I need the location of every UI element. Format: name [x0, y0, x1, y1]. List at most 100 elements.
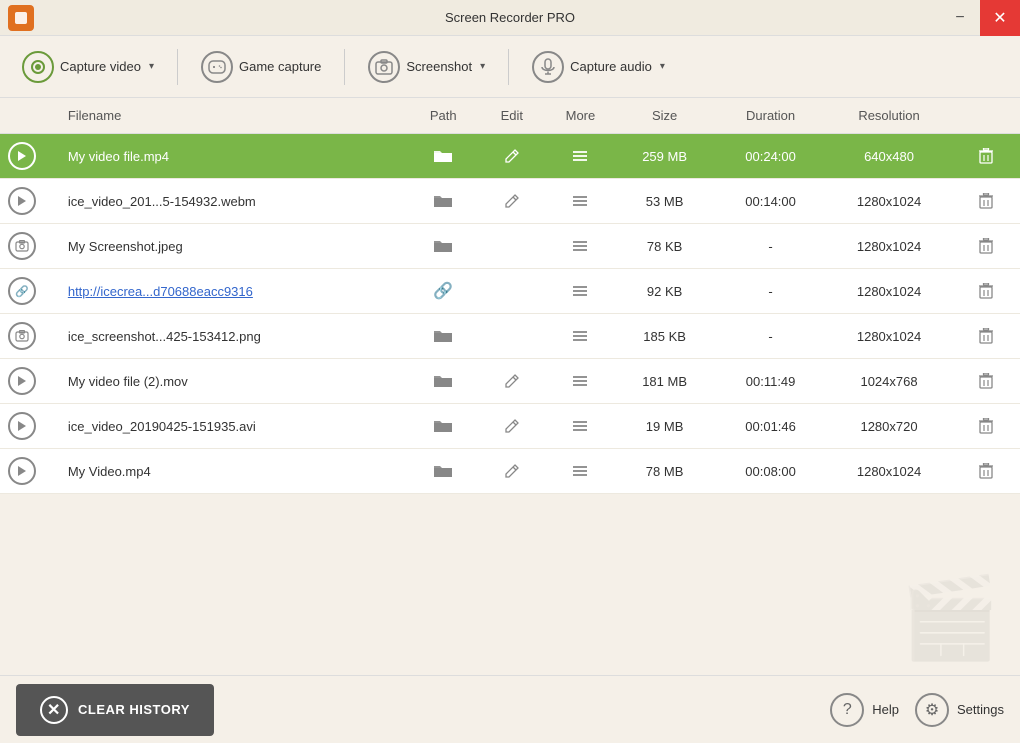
play-icon[interactable]: [8, 142, 36, 170]
titlebar: Screen Recorder PRO − ✕: [0, 0, 1020, 36]
table-row[interactable]: My video file (2).mov 181 MB 00:11:49 10…: [0, 359, 1020, 404]
row-resolution-cell: 640x480: [827, 134, 952, 179]
link-path-icon[interactable]: 🔗: [417, 281, 470, 301]
more-icon[interactable]: [554, 195, 607, 207]
folder-icon[interactable]: [417, 463, 470, 479]
row-size-cell: 78 MB: [615, 449, 715, 494]
row-play-cell: [0, 359, 60, 404]
row-more-cell: [546, 179, 615, 224]
folder-icon[interactable]: [417, 238, 470, 254]
more-icon[interactable]: [554, 375, 607, 387]
row-filename-cell: My video file.mp4: [60, 134, 409, 179]
settings-label: Settings: [957, 702, 1004, 717]
row-more-cell: [546, 269, 615, 314]
toolbar-divider-3: [508, 49, 509, 85]
recordings-table-container[interactable]: Filename Path Edit More Size Duration Re…: [0, 98, 1020, 675]
clear-history-button[interactable]: ✕ CLEAR HISTORY: [16, 684, 214, 736]
close-button[interactable]: ✕: [980, 0, 1020, 36]
edit-icon[interactable]: [486, 374, 539, 388]
filename-text: My video file (2).mov: [68, 374, 188, 389]
screenshot-button[interactable]: Screenshot ▾: [356, 45, 497, 89]
row-filename-cell: My Video.mp4: [60, 449, 409, 494]
filename-text: ice_video_20190425-151935.avi: [68, 419, 256, 434]
row-path-cell: [409, 134, 478, 179]
row-duration-cell: -: [714, 314, 826, 359]
delete-icon[interactable]: [959, 418, 1012, 434]
settings-button[interactable]: ⚙ Settings: [915, 693, 1004, 727]
capture-audio-chevron: ▾: [660, 61, 665, 72]
delete-icon[interactable]: [959, 238, 1012, 254]
row-filename-cell: My video file (2).mov: [60, 359, 409, 404]
row-more-cell: [546, 224, 615, 269]
filename-link[interactable]: http://icecrea...d70688eacc9316: [68, 284, 253, 299]
minimize-button[interactable]: −: [940, 0, 980, 36]
capture-video-button[interactable]: Capture video ▾: [10, 45, 166, 89]
row-delete-cell: [951, 449, 1020, 494]
row-resolution-cell: 1280x1024: [827, 224, 952, 269]
edit-icon[interactable]: [486, 464, 539, 478]
delete-icon[interactable]: [959, 148, 1012, 164]
more-icon[interactable]: [554, 330, 607, 342]
settings-icon: ⚙: [915, 693, 949, 727]
table-row[interactable]: My Video.mp4 78 MB 00:08:00 1280x1024: [0, 449, 1020, 494]
row-size-cell: 53 MB: [615, 179, 715, 224]
col-header-size: Size: [615, 98, 715, 134]
play-icon[interactable]: [8, 367, 36, 395]
capture-audio-button[interactable]: Capture audio ▾: [520, 45, 677, 89]
table-row[interactable]: My video file.mp4 259 MB 00:24:00 640x48…: [0, 134, 1020, 179]
play-icon[interactable]: [8, 412, 36, 440]
row-play-cell: [0, 449, 60, 494]
folder-icon[interactable]: [417, 148, 470, 164]
table-row[interactable]: My Screenshot.jpeg 78 KB - 1280x1024: [0, 224, 1020, 269]
col-header-filename: Filename: [60, 98, 409, 134]
game-capture-button[interactable]: Game capture: [189, 45, 333, 89]
edit-icon[interactable]: [486, 419, 539, 433]
delete-icon[interactable]: [959, 463, 1012, 479]
toolbar: Capture video ▾ Game capture Screenshot …: [0, 36, 1020, 98]
screenshot-icon: [368, 51, 400, 83]
row-duration-cell: 00:11:49: [714, 359, 826, 404]
row-filename-cell: ice_video_201...5-154932.webm: [60, 179, 409, 224]
folder-icon[interactable]: [417, 418, 470, 434]
col-header-edit: Edit: [478, 98, 547, 134]
edit-icon[interactable]: [486, 149, 539, 163]
table-row[interactable]: 🔗 http://icecrea...d70688eacc9316 🔗 92 K…: [0, 269, 1020, 314]
row-resolution-cell: 1280x1024: [827, 269, 952, 314]
window-controls: − ✕: [940, 0, 1020, 36]
col-header-path: Path: [409, 98, 478, 134]
row-play-cell: [0, 134, 60, 179]
folder-icon[interactable]: [417, 328, 470, 344]
app-logo: [8, 5, 34, 31]
more-icon[interactable]: [554, 240, 607, 252]
row-edit-cell: [478, 314, 547, 359]
delete-icon[interactable]: [959, 283, 1012, 299]
row-resolution-cell: 1280x1024: [827, 179, 952, 224]
folder-icon[interactable]: [417, 193, 470, 209]
table-row[interactable]: ice_video_201...5-154932.webm 53 MB 00:1…: [0, 179, 1020, 224]
play-icon[interactable]: [8, 457, 36, 485]
row-duration-cell: 00:24:00: [714, 134, 826, 179]
help-icon: ?: [830, 693, 864, 727]
more-icon[interactable]: [554, 420, 607, 432]
folder-icon[interactable]: [417, 373, 470, 389]
more-icon[interactable]: [554, 465, 607, 477]
row-delete-cell: [951, 269, 1020, 314]
row-size-cell: 181 MB: [615, 359, 715, 404]
row-edit-cell: [478, 404, 547, 449]
row-duration-cell: -: [714, 269, 826, 314]
more-icon[interactable]: [554, 150, 607, 162]
table-row[interactable]: ice_video_20190425-151935.avi 19 MB 00:0…: [0, 404, 1020, 449]
more-icon[interactable]: [554, 285, 607, 297]
table-row[interactable]: ice_screenshot...425-153412.png 185 KB -…: [0, 314, 1020, 359]
delete-icon[interactable]: [959, 193, 1012, 209]
row-path-cell: [409, 359, 478, 404]
col-header-play: [0, 98, 60, 134]
footer-right: ? Help ⚙ Settings: [830, 693, 1004, 727]
edit-icon[interactable]: [486, 194, 539, 208]
row-resolution-cell: 1280x720: [827, 404, 952, 449]
play-icon[interactable]: [8, 187, 36, 215]
delete-icon[interactable]: [959, 373, 1012, 389]
delete-icon[interactable]: [959, 328, 1012, 344]
help-button[interactable]: ? Help: [830, 693, 899, 727]
table-wrapper: Filename Path Edit More Size Duration Re…: [0, 98, 1020, 494]
